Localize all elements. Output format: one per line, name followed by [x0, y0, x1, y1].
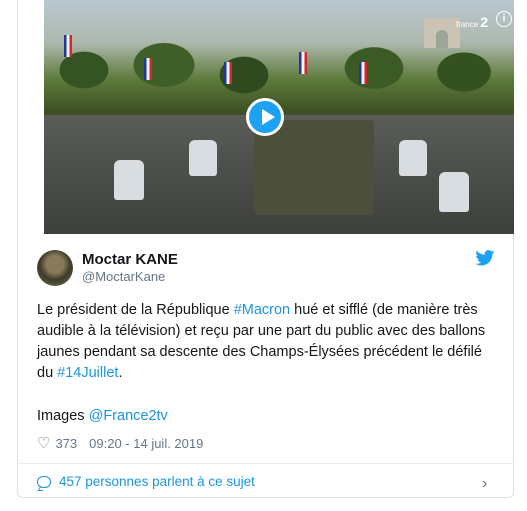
speech-bubble-icon	[37, 475, 51, 488]
avatar[interactable]	[37, 250, 73, 286]
images-label: Images	[37, 408, 89, 424]
tweet-text-part: .	[118, 365, 123, 381]
tweet-text-part: Le président de la République	[37, 302, 234, 318]
images-credit: Images @France2tv	[37, 408, 168, 424]
tweet-meta: ♡ 373 09:20 - 14 juil. 2019	[37, 434, 203, 452]
heart-icon[interactable]: ♡	[37, 434, 50, 452]
info-icon[interactable]: i	[496, 11, 512, 27]
play-button[interactable]	[246, 98, 284, 136]
flag	[359, 62, 367, 84]
motorcycle	[439, 172, 469, 212]
chevron-right-icon[interactable]: ›	[482, 475, 487, 493]
like-count[interactable]: 373	[55, 436, 77, 451]
motorcycle	[399, 140, 427, 176]
tweet-text: Le président de la République #Macron hu…	[37, 300, 502, 384]
conversation-link[interactable]: 457 personnes parlent à ce sujet	[37, 474, 255, 489]
timestamp[interactable]: 09:20 - 14 juil. 2019	[89, 436, 203, 451]
flag	[224, 62, 232, 84]
twitter-bird-icon[interactable]	[475, 250, 495, 266]
author-name[interactable]: Moctar KANE	[82, 251, 178, 268]
motorcycle	[189, 140, 217, 176]
france2-logo: france 2	[456, 14, 489, 30]
hashtag-link[interactable]: #14Juillet	[57, 365, 118, 381]
conversation-label: 457 personnes parlent à ce sujet	[59, 474, 255, 489]
motorcycle	[114, 160, 144, 200]
mention-link[interactable]: @France2tv	[89, 408, 168, 424]
flag	[64, 35, 72, 57]
author-handle[interactable]: @MoctarKane	[82, 269, 165, 284]
divider	[17, 463, 514, 464]
arc-de-triomphe	[424, 18, 460, 48]
hashtag-link[interactable]: #Macron	[234, 302, 290, 318]
flag	[299, 52, 307, 74]
flag	[144, 58, 152, 80]
video-thumbnail[interactable]: france 2 i	[44, 0, 514, 234]
